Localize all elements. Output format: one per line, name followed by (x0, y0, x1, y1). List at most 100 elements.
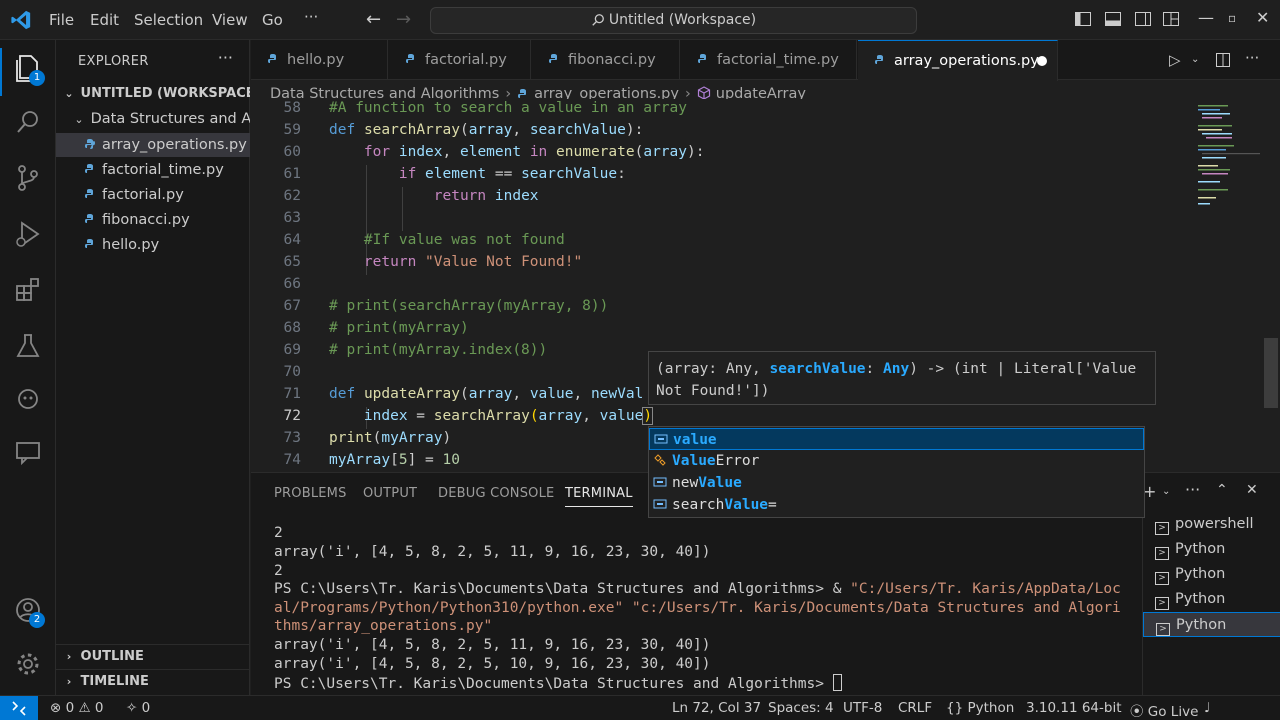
tab-factorial[interactable]: factorial.py (389, 40, 531, 80)
comment: #A function to search a value in an arra… (329, 100, 687, 116)
file-factorial[interactable]: factorial.py (56, 183, 250, 207)
terminal-line: 2 (274, 563, 283, 579)
encoding-status[interactable]: UTF-8 (843, 700, 882, 716)
terminal-item-python[interactable]: > Python (1143, 587, 1280, 612)
code-editor[interactable]: 58 59 60 61 62 63 64 65 66 67 68 69 70 7… (251, 99, 1264, 471)
tab-array-operations[interactable]: array_operations.py (858, 40, 1058, 81)
tab-hello[interactable]: hello.py (251, 40, 388, 80)
chat-icon[interactable] (12, 436, 44, 468)
terminal-line[interactable]: PS C:\Users\Tr. Karis\Documents\Data Str… (274, 674, 842, 692)
back-arrow-icon[interactable]: ← (366, 9, 381, 30)
python-file-icon (85, 139, 95, 149)
menu-file[interactable]: File (49, 11, 74, 29)
editor-scrollbar[interactable] (1264, 338, 1278, 408)
split-editor-icon[interactable] (1215, 52, 1231, 68)
problems-status[interactable]: ⊗ 0 ⚠ 0 (50, 700, 104, 716)
terminal-line: array('i', [4, 5, 8, 2, 5, 10, 9, 16, 23… (274, 656, 711, 672)
close-panel-icon[interactable]: ✕ (1246, 482, 1258, 498)
editor-more-icon[interactable]: ··· (1245, 49, 1259, 67)
eol-status[interactable]: CRLF (898, 700, 932, 716)
file-array-operations[interactable]: array_operations.py (56, 133, 250, 157)
python-file-icon (268, 54, 276, 63)
remote-explorer-icon[interactable] (12, 382, 44, 414)
terminal-line: array('i', [4, 5, 8, 2, 5, 11, 9, 16, 23… (274, 637, 711, 653)
unsaved-dot-icon[interactable] (1037, 56, 1047, 66)
extensions-icon[interactable] (12, 274, 44, 306)
go-live-button[interactable]: ⦿ Go Live (1130, 700, 1198, 720)
code-line: print(myArray) (329, 430, 452, 446)
menu-more[interactable]: ··· (304, 8, 318, 26)
maximize-icon[interactable]: ▫ (1228, 11, 1236, 25)
variable: element (425, 166, 487, 182)
toggle-sidebar-icon[interactable] (1074, 10, 1092, 28)
toggle-panel-icon[interactable] (1104, 10, 1122, 28)
outline-label: OUTLINE (80, 649, 144, 664)
tab-output[interactable]: OUTPUT (363, 486, 417, 501)
code-line: #If value was not found (329, 232, 565, 248)
variable: index (398, 144, 443, 160)
language-mode[interactable]: {} Python (946, 700, 1014, 716)
testing-flask-icon[interactable] (12, 330, 44, 362)
search-icon[interactable] (12, 106, 44, 138)
close-window-icon[interactable]: ✕ (1256, 8, 1269, 27)
toggle-secondary-sidebar-icon[interactable] (1134, 10, 1152, 28)
menu-go[interactable]: Go (262, 11, 283, 29)
command-center-search[interactable]: Untitled (Workspace) (430, 7, 917, 34)
suggestion-value[interactable]: value (649, 428, 1144, 450)
settings-gear-icon[interactable] (12, 648, 44, 680)
file-label: array_operations.py (102, 137, 247, 153)
customize-layout-icon[interactable] (1162, 10, 1180, 28)
suggestion-valueerror[interactable]: ValueError (649, 450, 1144, 472)
maximize-panel-chevron-up-icon[interactable]: ⌃ (1216, 482, 1228, 498)
terminal-item-label: Python (1176, 617, 1227, 633)
indentation-status[interactable]: Spaces: 4 (768, 700, 834, 716)
ports-status[interactable]: ✧ 0 (126, 700, 150, 716)
code-line: myArray[5] = 10 (329, 452, 460, 468)
file-fibonacci[interactable]: fibonacci.py (56, 208, 250, 232)
terminal-item-python-active[interactable]: > Python (1143, 612, 1280, 637)
folder-data-structures[interactable]: ⌄ Data Structures and Algorithms (56, 107, 250, 131)
suggestion-newvalue[interactable]: newValue (649, 472, 1144, 494)
menu-view[interactable]: View (212, 11, 248, 29)
terminal-item-python[interactable]: > Python (1143, 537, 1280, 562)
forward-arrow-icon[interactable]: → (396, 9, 411, 30)
python-file-icon (698, 54, 706, 63)
tab-factorial-time[interactable]: factorial_time.py (681, 40, 857, 80)
signature-text: ) -> (int | Literal['Value (909, 361, 1137, 377)
function-call: print (329, 430, 373, 446)
new-terminal-plus-icon[interactable]: + (1143, 482, 1156, 501)
minimap[interactable] (1190, 103, 1260, 213)
minimize-icon[interactable]: — (1198, 8, 1214, 27)
tab-problems[interactable]: PROBLEMS (274, 486, 347, 501)
remote-indicator[interactable] (0, 696, 38, 720)
file-hello[interactable]: hello.py (56, 233, 250, 257)
variable: array (643, 144, 687, 160)
python-interpreter[interactable]: 3.10.11 64-bit (1026, 700, 1121, 716)
tab-debug-console[interactable]: DEBUG CONSOLE (438, 486, 554, 501)
cursor-position[interactable]: Ln 72, Col 37 (672, 700, 761, 716)
python-file-icon (406, 54, 414, 63)
file-factorial-time[interactable]: factorial_time.py (56, 158, 250, 182)
menu-edit[interactable]: Edit (90, 11, 119, 29)
outline-section[interactable]: › OUTLINE (56, 644, 250, 668)
tab-terminal[interactable]: TERMINAL (565, 486, 633, 507)
variable: value (599, 408, 644, 424)
source-control-icon[interactable] (12, 162, 44, 194)
run-python-icon[interactable]: ▷ (1169, 51, 1181, 69)
run-dropdown-chevron-icon[interactable]: ⌄ (1191, 54, 1199, 65)
tab-fibonacci[interactable]: fibonacci.py (532, 40, 680, 80)
terminal-prompt: PS C:\Users\Tr. Karis\Documents\Data Str… (274, 676, 833, 692)
line-number: 74 (283, 452, 301, 468)
run-debug-icon[interactable] (12, 218, 44, 250)
menu-selection[interactable]: Selection (134, 11, 203, 29)
terminal-dropdown-chevron-icon[interactable]: ⌄ (1162, 486, 1170, 497)
panel-more-icon[interactable]: ··· (1185, 480, 1200, 499)
notifications-bell-icon[interactable]: ♩ (1204, 700, 1210, 716)
timeline-section[interactable]: › TIMELINE (56, 669, 250, 693)
explorer-more-icon[interactable]: ··· (218, 48, 233, 67)
terminal-item-python[interactable]: > Python (1143, 562, 1280, 587)
remote-icon (12, 701, 26, 716)
workspace-root[interactable]: ⌄ UNTITLED (WORKSPACE) (56, 82, 250, 106)
suggestion-searchvalue[interactable]: searchValue= (649, 494, 1144, 516)
terminal-item-powershell[interactable]: > powershell (1143, 512, 1280, 537)
